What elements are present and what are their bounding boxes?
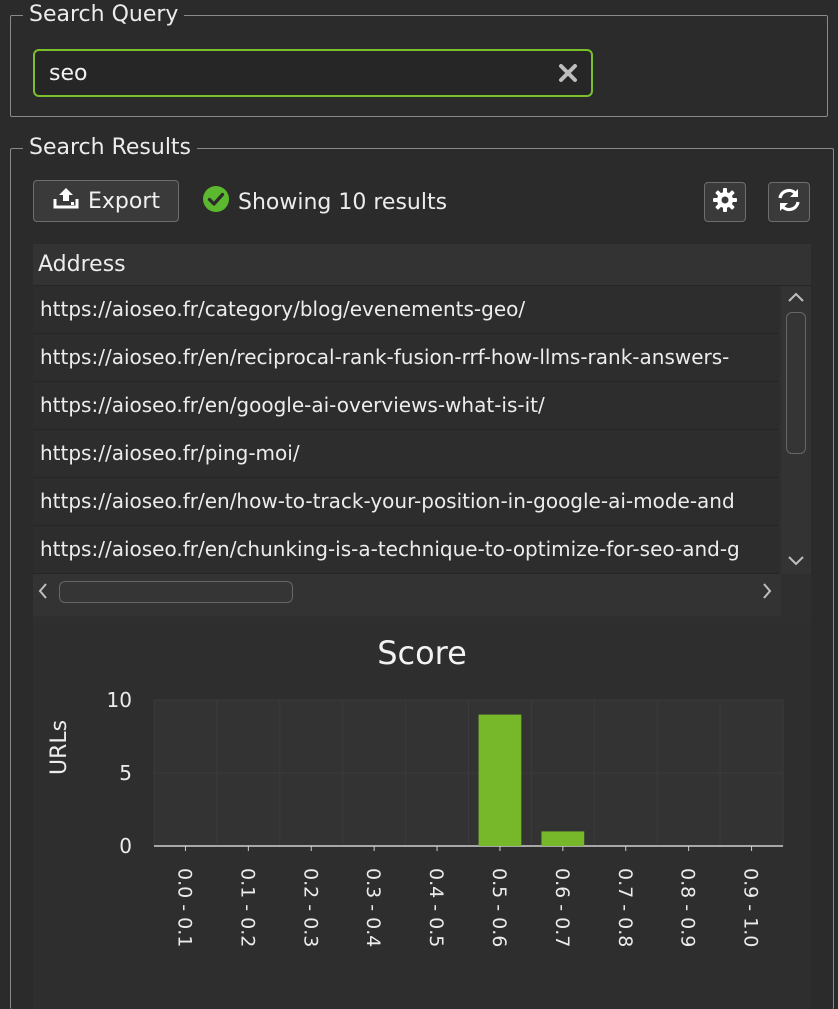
vertical-scrollbar[interactable]: [781, 286, 811, 574]
search-query-title: Search Query: [23, 1, 185, 29]
bar: [478, 714, 522, 846]
search-input[interactable]: [35, 59, 553, 87]
x-tick-label: 0.5 - 0.6: [488, 868, 510, 947]
upload-icon: [52, 186, 80, 216]
bar: [541, 831, 585, 846]
table-row[interactable]: https://aioseo.fr/en/chunking-is-a-techn…: [33, 526, 779, 574]
y-tick-label: 0: [119, 834, 132, 858]
table-row[interactable]: https://aioseo.fr/en/reciprocal-rank-fus…: [33, 334, 779, 382]
horizontal-scrollbar[interactable]: [33, 574, 781, 616]
x-tick-label: 0.4 - 0.5: [425, 868, 447, 947]
results-status: Showing 10 results: [202, 185, 447, 219]
export-label: Export: [87, 188, 160, 214]
x-tick-label: 0.3 - 0.4: [362, 868, 384, 947]
settings-button[interactable]: [704, 182, 746, 222]
table-row[interactable]: https://aioseo.fr/category/blog/evenemen…: [33, 286, 779, 334]
y-tick-label: 5: [119, 761, 132, 785]
check-circle-icon: [202, 185, 230, 219]
table-row[interactable]: https://aioseo.fr/en/google-ai-overviews…: [33, 382, 779, 430]
close-x-icon[interactable]: [553, 58, 583, 88]
chevron-down-icon[interactable]: [787, 552, 805, 571]
x-tick-label: 0.9 - 1.0: [740, 868, 762, 947]
chart-plot: 0 5 10 0.0 - 0.1 0.1 - 0.2 0.2 - 0.3 0.3 - 0.4…: [107, 688, 784, 947]
x-tick-label: 0.7 - 0.8: [614, 868, 636, 947]
refresh-button[interactable]: [768, 182, 810, 222]
search-input-wrapper[interactable]: [33, 49, 593, 97]
search-results-group: Search Results Export Showing 10 results: [10, 134, 834, 1009]
score-chart: Score URLs 0 5 10 0.0 - 0.1 0.1 - 0.2 0.2 - 0…: [33, 622, 811, 1009]
export-button[interactable]: Export: [33, 180, 179, 222]
table-row[interactable]: https://aioseo.fr/ping-moi/: [33, 430, 779, 478]
search-query-group: Search Query: [10, 1, 828, 117]
x-tick-label: 0.0 - 0.1: [173, 868, 195, 947]
x-tick-label: 0.1 - 0.2: [236, 868, 258, 947]
horizontal-scroll-thumb[interactable]: [59, 581, 293, 603]
x-tick-label: 0.8 - 0.9: [677, 868, 699, 947]
table-row[interactable]: https://aioseo.fr/en/how-to-track-your-p…: [33, 478, 779, 526]
refresh-icon: [775, 186, 803, 218]
column-header-address[interactable]: Address: [33, 244, 811, 286]
chevron-left-icon[interactable]: [37, 582, 49, 604]
gear-icon: [712, 187, 738, 217]
vertical-scroll-thumb[interactable]: [786, 312, 806, 454]
table-rows: https://aioseo.fr/category/blog/evenemen…: [33, 286, 779, 574]
search-results-title: Search Results: [23, 134, 198, 162]
y-tick-label: 10: [107, 688, 132, 712]
results-table: Address https://aioseo.fr/category/blog/…: [33, 244, 811, 622]
status-text: Showing 10 results: [238, 189, 448, 215]
chevron-right-icon[interactable]: [761, 582, 773, 604]
chevron-up-icon[interactable]: [787, 288, 805, 307]
x-tick-label: 0.6 - 0.7: [551, 868, 573, 947]
x-tick-label: 0.2 - 0.3: [299, 868, 321, 947]
